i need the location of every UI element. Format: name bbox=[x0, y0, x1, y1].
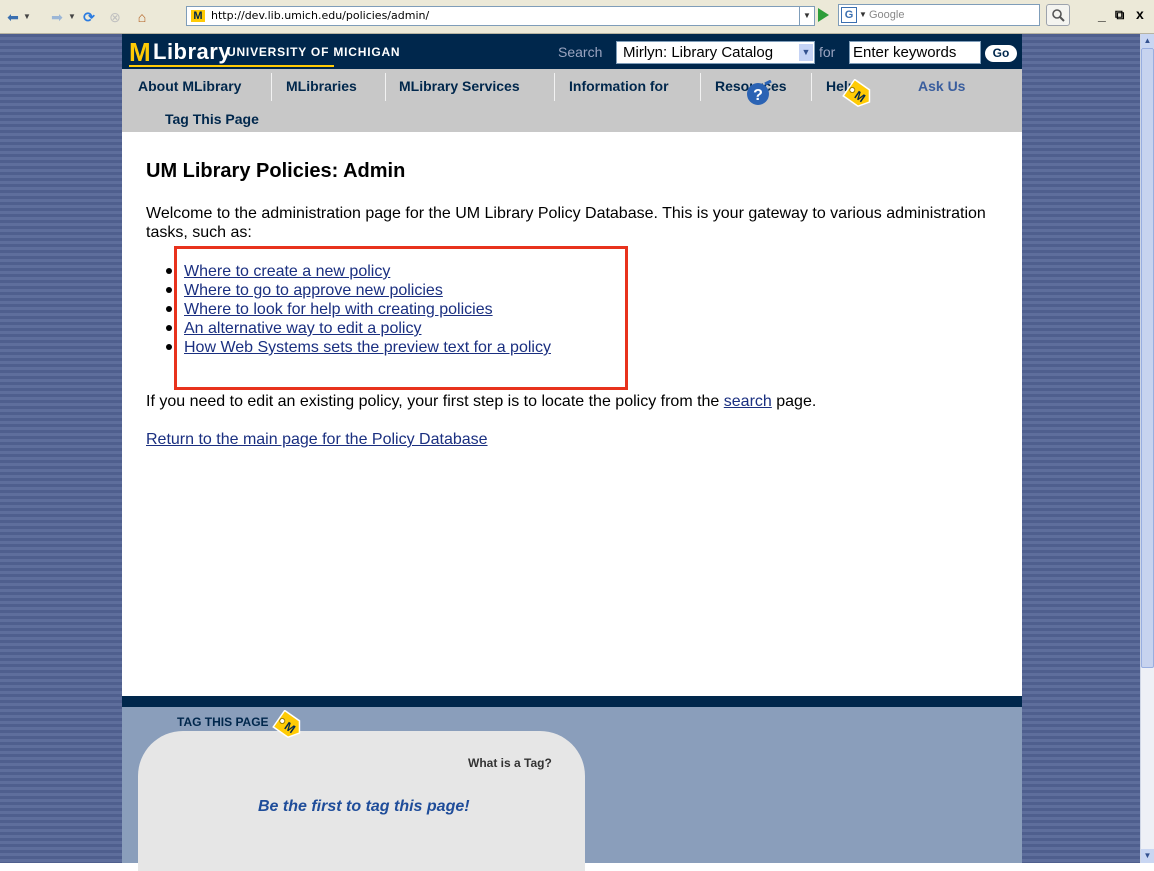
return-main-page-link[interactable]: Return to the main page for the Policy D… bbox=[146, 430, 488, 449]
page-title: UM Library Policies: Admin bbox=[146, 160, 406, 182]
nav-item-mlibraries[interactable]: MLibraries bbox=[286, 77, 357, 95]
bullet-icon bbox=[166, 344, 172, 350]
tag-this-page-link[interactable]: Tag This Page bbox=[165, 110, 259, 128]
m-tag-icon: M bbox=[272, 710, 301, 739]
back-history-caret-icon[interactable]: ▼ bbox=[23, 12, 31, 21]
bullet-icon bbox=[166, 306, 172, 312]
nav-divider bbox=[811, 73, 812, 101]
chevron-down-icon[interactable]: ▼ bbox=[799, 44, 813, 61]
first-tag-message[interactable]: Be the first to tag this page! bbox=[258, 797, 470, 817]
scroll-down-arrow-icon[interactable]: ▼ bbox=[1141, 849, 1154, 863]
nav-divider bbox=[385, 73, 386, 101]
google-search-box[interactable]: G ▼ Google bbox=[838, 4, 1040, 26]
page-background-left bbox=[0, 34, 122, 863]
svg-text:?: ? bbox=[753, 87, 763, 104]
google-logo-icon[interactable]: G bbox=[841, 7, 857, 23]
browser-toolbar: ⬅ ▼ ➡ ▼ ⟳ ⊗ ⌂ M http://dev.lib.umich.edu… bbox=[0, 0, 1154, 34]
bullet-icon bbox=[166, 325, 172, 331]
close-icon[interactable]: x bbox=[1136, 5, 1144, 23]
edit-note-text: If you need to edit an existing policy, … bbox=[146, 393, 724, 410]
nav-item-services[interactable]: MLibrary Services bbox=[399, 77, 520, 95]
nav-divider bbox=[271, 73, 272, 101]
nav-item-ask-us[interactable]: Ask Us bbox=[918, 77, 965, 95]
stop-icon[interactable]: ⊗ bbox=[106, 8, 124, 26]
university-name[interactable]: UNIVERSITY OF MICHIGAN bbox=[227, 45, 400, 59]
google-search-placeholder: Google bbox=[869, 9, 905, 21]
edit-note: If you need to edit an existing policy, … bbox=[146, 392, 816, 411]
main-nav: About MLibrary MLibraries MLibrary Servi… bbox=[122, 69, 1022, 132]
tag-panel: What is a Tag? Be the first to tag this … bbox=[138, 731, 585, 871]
bullet-icon bbox=[166, 287, 172, 293]
main-content: UM Library Policies: Admin Welcome to th… bbox=[122, 132, 1022, 696]
tag-this-page-label: TAG THIS PAGE bbox=[177, 715, 269, 729]
go-arrow-icon[interactable] bbox=[818, 8, 829, 22]
logo-underline bbox=[129, 65, 334, 67]
scroll-up-arrow-icon[interactable]: ▲ bbox=[1141, 34, 1154, 48]
address-dropdown-icon[interactable]: ▼ bbox=[799, 6, 815, 26]
search-label: Search bbox=[558, 44, 603, 60]
nav-item-information-for[interactable]: Information for bbox=[569, 77, 669, 95]
restore-icon[interactable]: ⧉ bbox=[1115, 6, 1124, 24]
back-arrow-icon[interactable]: ⬅ bbox=[4, 8, 22, 26]
site-favicon-icon: M bbox=[191, 10, 205, 22]
page-background-right bbox=[1022, 34, 1140, 863]
m-tag-icon[interactable]: M bbox=[841, 79, 875, 109]
for-label: for bbox=[819, 44, 836, 60]
forward-history-caret-icon[interactable]: ▼ bbox=[68, 12, 76, 21]
nav-divider bbox=[700, 73, 701, 101]
scroll-thumb[interactable] bbox=[1141, 48, 1154, 668]
magnifier-icon bbox=[1052, 9, 1065, 22]
footer-divider bbox=[122, 696, 1022, 707]
what-is-a-tag-link[interactable]: What is a Tag? bbox=[468, 756, 552, 770]
minimize-icon[interactable]: _ bbox=[1098, 6, 1106, 24]
search-scope-value: Mirlyn: Library Catalog bbox=[623, 44, 774, 61]
bullet-icon bbox=[166, 268, 172, 274]
nav-divider bbox=[554, 73, 555, 101]
search-link[interactable]: search bbox=[724, 393, 772, 410]
logo-m[interactable]: M bbox=[129, 38, 151, 66]
highlight-annotation-box bbox=[174, 246, 628, 390]
vertical-scrollbar[interactable]: ▲ ▼ bbox=[1140, 34, 1154, 863]
keywords-input[interactable]: Enter keywords bbox=[849, 41, 981, 64]
site-header: M Library UNIVERSITY OF MICHIGAN Search … bbox=[122, 34, 1022, 69]
forward-arrow-icon[interactable]: ➡ bbox=[48, 8, 66, 26]
address-bar[interactable]: M http://dev.lib.umich.edu/policies/admi… bbox=[186, 6, 802, 26]
search-scope-select[interactable]: Mirlyn: Library Catalog ▼ bbox=[616, 41, 815, 64]
footer: What is a Tag? Be the first to tag this … bbox=[122, 707, 1022, 871]
search-button[interactable] bbox=[1046, 4, 1070, 26]
home-icon[interactable]: ⌂ bbox=[133, 8, 151, 26]
address-bar-url: http://dev.lib.umich.edu/policies/admin/ bbox=[211, 9, 430, 22]
edit-note-text-end: page. bbox=[771, 393, 817, 410]
go-button[interactable]: Go bbox=[985, 45, 1017, 62]
intro-text: Welcome to the administration page for t… bbox=[146, 205, 986, 241]
nav-item-about[interactable]: About MLibrary bbox=[138, 77, 241, 95]
logo-library[interactable]: Library bbox=[153, 39, 231, 65]
help-question-icon[interactable]: ? bbox=[746, 80, 772, 106]
search-engine-caret-icon[interactable]: ▼ bbox=[859, 10, 867, 19]
refresh-icon[interactable]: ⟳ bbox=[80, 8, 98, 26]
